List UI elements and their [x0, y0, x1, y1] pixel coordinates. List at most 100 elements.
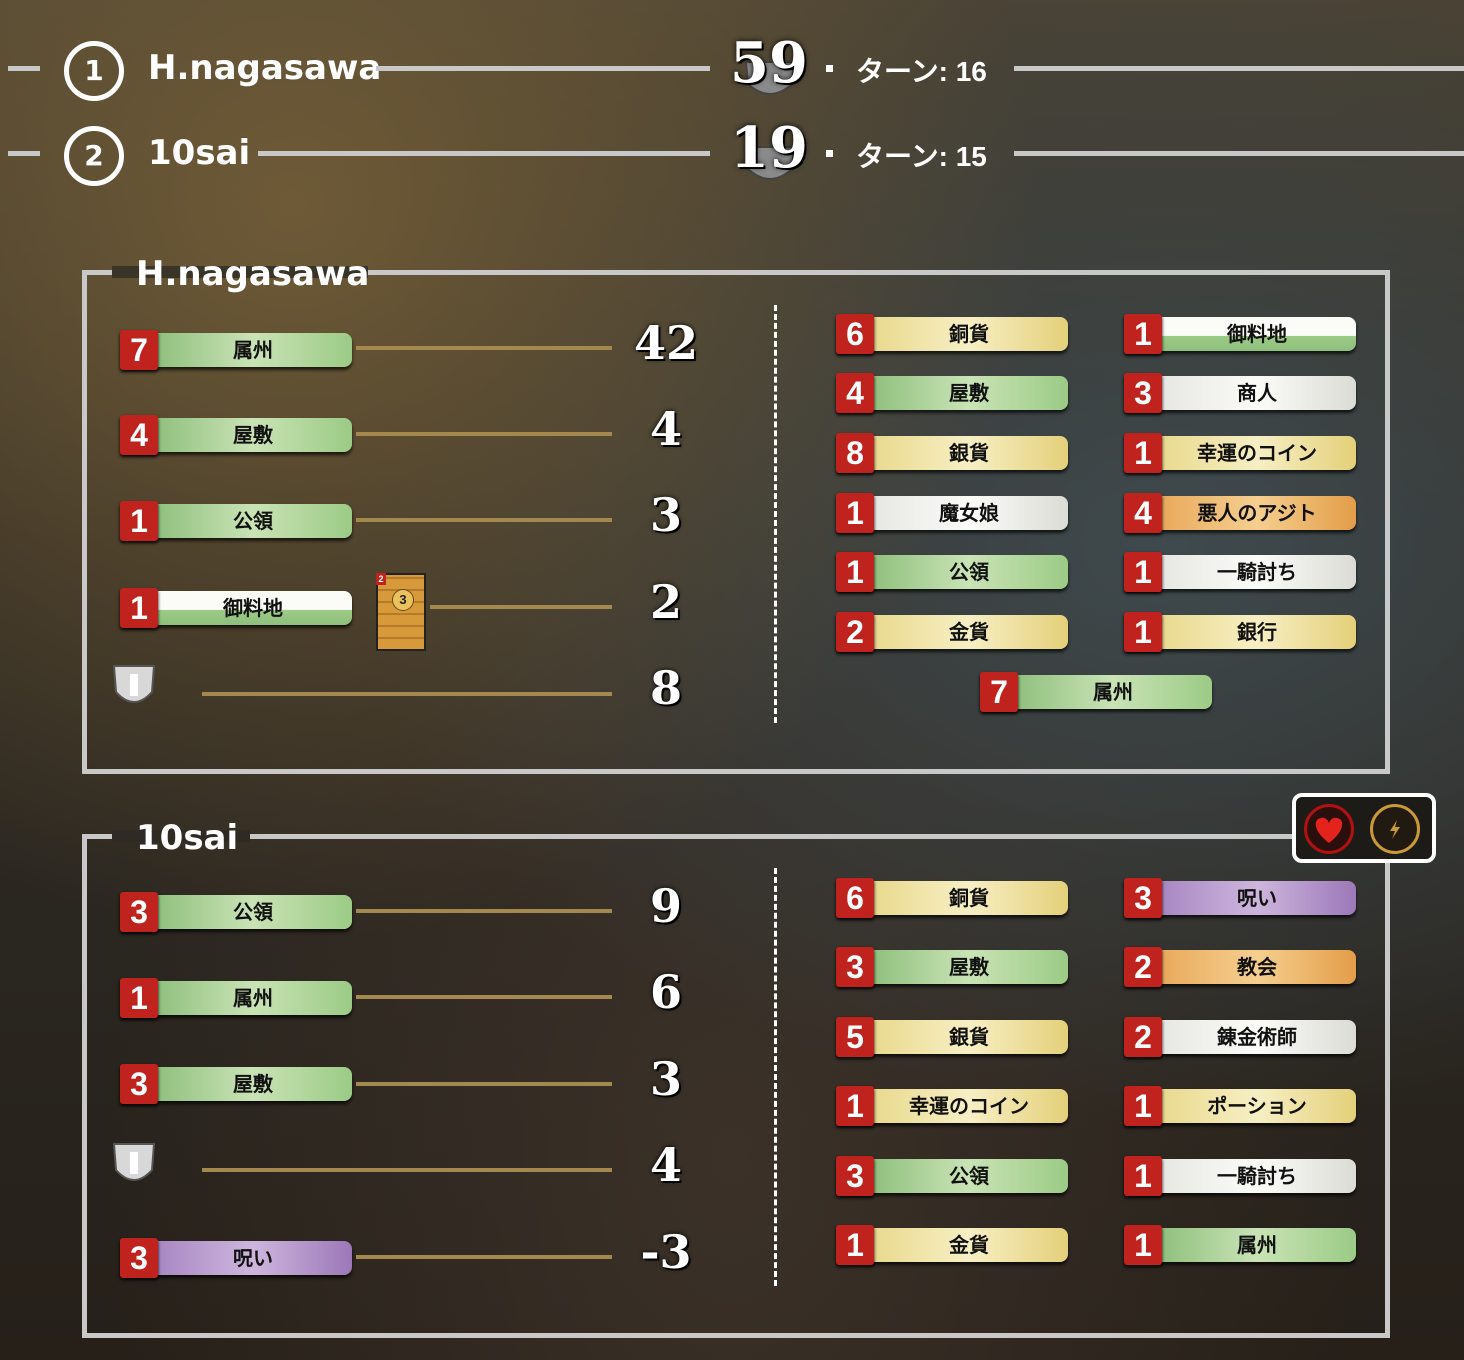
turn-count: ターン: 15: [856, 141, 987, 172]
card-count: 1: [1124, 433, 1162, 473]
heart-icon[interactable]: [1304, 804, 1354, 854]
deck-card[interactable]: 4 屋敷: [836, 373, 1068, 413]
deck-card[interactable]: 2 金貨: [836, 612, 1068, 652]
card-name: ポーション: [1158, 1089, 1356, 1123]
vp-connector: [202, 1168, 612, 1172]
rank-player-name: 10sai: [148, 133, 251, 173]
card-name: 公領: [154, 895, 352, 929]
deck-card[interactable]: 1 公領: [836, 552, 1068, 592]
deck-card[interactable]: 1 幸運のコイン: [1124, 433, 1356, 473]
vp-card-row[interactable]: 3 公領: [120, 892, 352, 932]
card-count: 1: [120, 501, 158, 541]
deck-card[interactable]: 2 錬金術師: [1124, 1017, 1356, 1057]
rank-line: [258, 151, 710, 156]
card-count: 1: [1124, 552, 1162, 592]
card-count: 3: [836, 947, 874, 987]
deck-card[interactable]: 5 銀貨: [836, 1017, 1068, 1057]
card-count: 1: [836, 1086, 874, 1126]
card-count: 5: [836, 1017, 874, 1057]
deck-card[interactable]: 1 御料地: [1124, 314, 1356, 354]
deck-card[interactable]: 4 悪人のアジト: [1124, 493, 1356, 533]
card-count: 7: [120, 330, 158, 370]
card-name: 銀貨: [870, 1020, 1068, 1054]
vp-card-row[interactable]: 1 御料地: [120, 588, 352, 628]
rank-line: [1014, 66, 1464, 71]
vp-card-row[interactable]: 1 公領: [120, 501, 352, 541]
card-name: 銀行: [1158, 615, 1356, 649]
deck-card[interactable]: 6 銅貨: [836, 878, 1068, 918]
card-name: 屋敷: [870, 950, 1068, 984]
deck-card[interactable]: 1 属州: [1124, 1225, 1356, 1265]
vp-card-row[interactable]: 7 属州: [120, 330, 352, 370]
card-name: 屋敷: [870, 376, 1068, 410]
deck-card[interactable]: 1 金貨: [836, 1225, 1068, 1265]
vp-connector: [430, 605, 612, 609]
deck-card[interactable]: 1 一騎討ち: [1124, 1156, 1356, 1196]
deck-card[interactable]: 1 ポーション: [1124, 1086, 1356, 1126]
card-thumbnail[interactable]: 2 3: [376, 573, 426, 651]
vp-connector: [356, 1255, 612, 1259]
turn-count: ターン: 16: [856, 56, 987, 87]
deck-card[interactable]: 1 銀行: [1124, 612, 1356, 652]
deck-card[interactable]: 3 商人: [1124, 373, 1356, 413]
card-count: 1: [120, 588, 158, 628]
card-count: 1: [1124, 314, 1162, 354]
vp-card-row[interactable]: 1 属州: [120, 978, 352, 1018]
lightning-icon[interactable]: [1370, 804, 1420, 854]
card-count: 7: [980, 672, 1018, 712]
deck-card[interactable]: 2 教会: [1124, 947, 1356, 987]
panel-divider: [774, 305, 777, 723]
vp-connector: [356, 432, 612, 436]
card-name: 銅貨: [870, 881, 1068, 915]
deck-card[interactable]: 3 屋敷: [836, 947, 1068, 987]
deck-card[interactable]: 6 銅貨: [836, 314, 1068, 354]
card-count: 2: [1124, 1017, 1162, 1057]
rank-badge: 1: [64, 41, 124, 101]
deck-card[interactable]: 7 属州: [980, 672, 1212, 712]
card-name: 呪い: [1158, 881, 1356, 915]
vp-card-row[interactable]: 4 屋敷: [120, 415, 352, 455]
card-count: 6: [836, 878, 874, 918]
card-name: 錬金術師: [1158, 1020, 1356, 1054]
card-name: 公領: [154, 504, 352, 538]
status-icons: [1292, 793, 1436, 863]
card-count: 3: [120, 1064, 158, 1104]
vp-connector: [356, 909, 612, 913]
vp-value: 4: [649, 1138, 682, 1192]
card-count: 2: [836, 612, 874, 652]
vp-connector: [356, 995, 612, 999]
panel-player-name: 10sai: [136, 818, 239, 858]
card-name: 公領: [870, 1159, 1068, 1193]
card-count: 8: [836, 433, 874, 473]
card-name: 呪い: [154, 1241, 352, 1275]
deck-card[interactable]: 3 公領: [836, 1156, 1068, 1196]
card-count: 1: [1124, 1225, 1162, 1265]
card-name: 御料地: [154, 591, 352, 625]
card-name: 魔女娘: [870, 496, 1068, 530]
card-count: 1: [1124, 612, 1162, 652]
card-count: 1: [836, 493, 874, 533]
deck-card[interactable]: 8 銀貨: [836, 433, 1068, 473]
separator-dot: [826, 150, 833, 157]
vp-value: 6: [649, 965, 682, 1019]
vp-connector: [356, 518, 612, 522]
card-count: 6: [836, 314, 874, 354]
rank-player-name: H.nagasawa: [148, 48, 382, 88]
card-name: 屋敷: [154, 1067, 352, 1101]
card-name: 属州: [154, 333, 352, 367]
card-thumbnail-badge: 2: [376, 573, 386, 585]
card-name: 幸運のコイン: [870, 1089, 1068, 1123]
vp-card-row[interactable]: 3 呪い: [120, 1238, 352, 1278]
card-count: 4: [120, 415, 158, 455]
vp-card-row[interactable]: 3 屋敷: [120, 1064, 352, 1104]
deck-card[interactable]: 1 魔女娘: [836, 493, 1068, 533]
card-name: 一騎討ち: [1158, 1159, 1356, 1193]
card-name: 属州: [1158, 1228, 1356, 1262]
card-name: 公領: [870, 555, 1068, 589]
deck-card[interactable]: 1 幸運のコイン: [836, 1086, 1068, 1126]
deck-card[interactable]: 3 呪い: [1124, 878, 1356, 918]
card-thumbnail-cost: 3: [392, 589, 414, 611]
rank-line: [1014, 151, 1464, 156]
deck-card[interactable]: 1 一騎討ち: [1124, 552, 1356, 592]
card-name: 一騎討ち: [1158, 555, 1356, 589]
